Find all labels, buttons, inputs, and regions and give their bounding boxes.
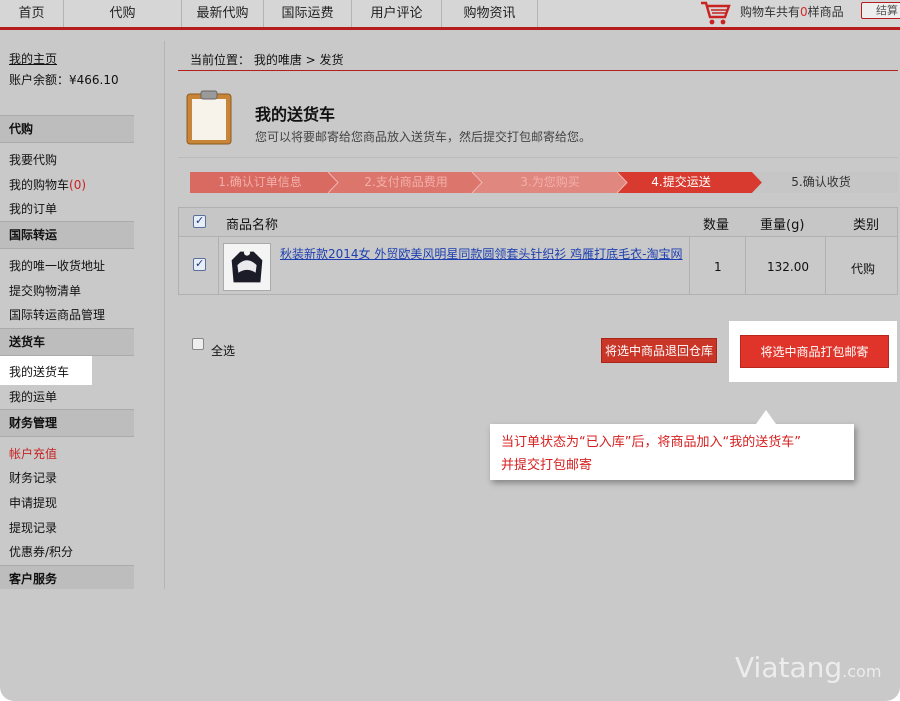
page-subtitle: 您可以将要邮寄给您商品放入送货车，然后提交打包邮寄给您。 [255,130,592,144]
step-pay: 2.支付商品费用 [364,175,448,189]
sidebar-header-purchase: 代购 [0,115,134,143]
select-all-label[interactable]: 全选 [211,342,235,359]
sidebar-item-coupons[interactable]: 优惠券/积分 [9,543,73,560]
watermark-suffix: .com [842,662,882,681]
column-header-name: 商品名称 [226,218,279,233]
nav-item-home[interactable]: 首页 [0,0,64,27]
sidebar-item-withdraw-records[interactable]: 提现记录 [9,519,57,536]
select-all-checkbox[interactable] [192,338,204,350]
cart-badge: (0) [69,178,87,192]
callout-text: 当订单状态为“已入库”后，将商品加入“我的送货车” 并提交打包邮寄 [501,431,851,477]
sidebar-item-purchase[interactable]: 我要代购 [9,151,57,168]
sidebar-item-waybill[interactable]: 我的运单 [9,388,57,405]
sidebar-item-cart[interactable]: 我的购物车(0) [9,176,86,193]
progress-steps: 1.确认订单信息 2.支付商品费用 3.为您购买 4.提交运送 5.确认收货 [190,172,898,193]
callout-line: 并提交打包邮寄 [501,458,593,473]
step-confirm-order: 1.确认订单信息 [218,175,302,189]
sidebar-item-orders[interactable]: 我的订单 [9,200,57,217]
sidebar-item-forwarding-manage[interactable]: 国际转运商品管理 [9,306,105,323]
app-frame: 首页 代购 最新代购 国际运费 用户评论 购物资讯 购物车共有0样商品 结算 我… [0,0,900,701]
cart-text: 购物车共有0样商品 [740,3,844,20]
sidebar-header-forwarding: 国际转运 [0,221,134,249]
clipboard-icon [186,90,232,145]
page-title: 我的送货车 [255,105,336,124]
shopping-cart-icon[interactable] [700,0,732,27]
breadcrumb-divider [178,70,898,71]
cart-prefix: 购物车共有 [740,5,801,19]
step-submit-shipping: 4.提交运送 [651,175,711,189]
watermark-brand: Viatang [735,651,843,684]
nav-item-shipping-fee[interactable]: 国际运费 [264,0,352,27]
column-divider [218,237,219,295]
nav-item-reviews[interactable]: 用户评论 [352,0,442,27]
breadcrumb: 当前位置： 我的唯唐 > 发货 [190,53,344,67]
cart-count: 0 [800,5,808,19]
product-name-link[interactable]: 秋装新款2014女 外贸欧美风明星同款圆领套头针织衫 鸡雁打底毛衣-淘宝网 [280,247,685,262]
pack-and-ship-button[interactable]: 将选中商品打包邮寄 [740,335,889,368]
sidebar-item-recharge[interactable]: 帐户充值 [9,445,57,462]
top-nav: 首页 代购 最新代购 国际运费 用户评论 购物资讯 购物车共有0样商品 结算 [0,0,900,30]
sidebar-header-delivery: 送货车 [0,328,134,356]
checkout-button[interactable]: 结算 [861,2,900,19]
account-balance: 账户余额：¥466.10 [9,73,119,87]
title-divider [178,157,898,158]
nav-item-news[interactable]: 购物资讯 [442,0,538,27]
home-link[interactable]: 我的主页 [9,50,57,67]
callout-arrow [756,410,776,424]
sidebar-item-finance-records[interactable]: 财务记录 [9,469,57,486]
order-table: 商品名称 数量 重量(g) 类别 秋装新款2014女 外贸欧美风明星同款圆领套头… [178,207,898,295]
header-checkbox[interactable] [193,214,206,228]
nav-item-latest[interactable]: 最新代购 [182,0,264,27]
callout-line: 当订单状态为“已入库”后，将商品加入“我的送货车” [501,435,801,450]
row-weight: 132.00 [767,260,809,274]
nav-item-purchase[interactable]: 代购 [64,0,182,27]
column-divider [689,237,690,295]
sidebar-item-submit-list[interactable]: 提交购物清单 [9,282,81,299]
sidebar-item-my-delivery-cart[interactable]: 我的送货车 [9,363,69,380]
cart-suffix: 样商品 [807,5,844,19]
row-qty: 1 [714,260,722,274]
sidebar-item-label: 我的购物车 [9,178,70,192]
column-divider [745,237,746,295]
sidebar-header-finance: 财务管理 [0,409,134,437]
row-category: 代购 [851,262,876,276]
step-confirm-receipt: 5.确认收货 [791,175,851,189]
table-header: 商品名称 数量 重量(g) 类别 [179,208,897,237]
column-header-qty: 数量 [703,218,730,233]
return-to-warehouse-button[interactable]: 将选中商品退回仓库 [601,338,717,363]
row-checkbox[interactable] [193,257,206,271]
product-thumbnail[interactable] [223,243,271,291]
column-header-category: 类别 [853,218,880,233]
watermark-logo: Viatang.com [735,651,881,684]
sidebar-item-address[interactable]: 我的唯一收货地址 [9,257,105,274]
column-header-weight: 重量(g) [760,218,805,233]
sidebar-header-customer-service: 客户服务 [0,565,134,589]
column-divider [825,237,826,295]
step-purchase: 3.为您购买 [520,175,580,189]
sidebar-item-withdraw[interactable]: 申请提现 [9,494,57,511]
sidebar: 我的主页 账户余额：¥466.10 代购 我要代购 我的购物车(0) 我的订单 … [0,41,165,589]
